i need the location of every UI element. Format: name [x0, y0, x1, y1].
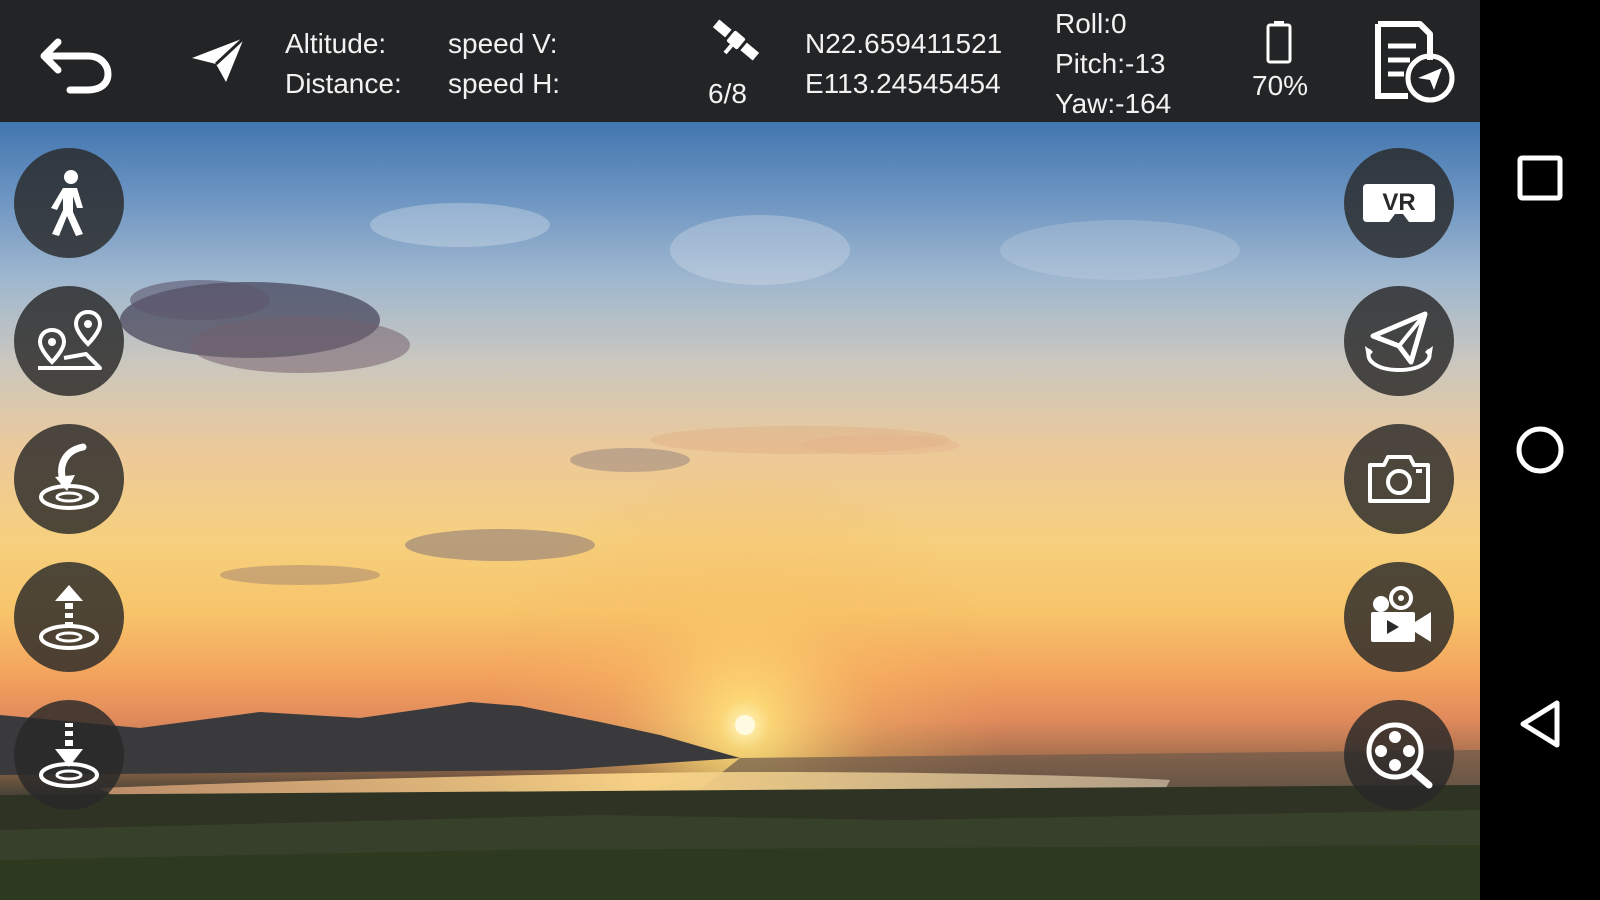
battery-icon: [1266, 21, 1292, 64]
battery-level: 70%: [1252, 70, 1309, 101]
media-gallery-button[interactable]: [1344, 700, 1454, 810]
walking-person-icon: [51, 170, 83, 236]
take-photo-button[interactable]: [1344, 424, 1454, 534]
follow-me-button[interactable]: [14, 148, 124, 258]
back-button[interactable]: [30, 22, 120, 102]
yaw-value: Yaw:-164: [1055, 88, 1172, 119]
record-video-button[interactable]: [1344, 562, 1454, 672]
altitude-label: Altitude:: [285, 28, 387, 59]
distance-label: Distance:: [285, 68, 402, 99]
waypoint-route-button[interactable]: [14, 286, 124, 396]
longitude-value: E113.24545454: [805, 68, 1001, 99]
paper-plane-icon: [192, 36, 246, 82]
landing-icon: [39, 723, 99, 788]
system-navigation-bar: [1480, 0, 1600, 900]
home-button[interactable]: [1500, 410, 1580, 490]
speed-h-label: speed H:: [448, 68, 561, 99]
satellite-icon: [712, 19, 760, 61]
flight-log-icon: [1375, 21, 1455, 103]
vr-label: VR: [1382, 189, 1415, 216]
flight-log-button[interactable]: [1368, 16, 1458, 106]
orbit-flight-button[interactable]: [1344, 286, 1454, 396]
video-camera-icon: [1371, 586, 1431, 642]
vr-goggles-icon: VR: [1363, 184, 1435, 222]
latitude-value: N22.659411521: [805, 28, 1003, 59]
one-key-landing-button[interactable]: [14, 700, 124, 810]
takeoff-icon: [39, 585, 99, 650]
back-arrow-icon: [40, 38, 112, 94]
pitch-value: Pitch:-13: [1055, 48, 1166, 79]
camera-feed: [0, 0, 1480, 900]
telemetry-bar: Altitude: Distance: speed V: speed H: 6/…: [0, 0, 1480, 122]
one-key-return-button[interactable]: [14, 424, 124, 534]
one-key-takeoff-button[interactable]: [14, 562, 124, 672]
recents-button[interactable]: [1500, 138, 1580, 218]
vr-mode-button[interactable]: VR: [1344, 148, 1454, 258]
map-pin-route-icon: [37, 309, 103, 370]
camera-icon: [1368, 455, 1430, 503]
square-icon: [1517, 155, 1563, 201]
roll-value: Roll:0: [1055, 8, 1127, 39]
return-home-icon: [39, 443, 99, 510]
satellite-count: 6/8: [708, 78, 747, 109]
orbit-plane-icon: [1365, 311, 1433, 373]
circle-icon: [1516, 426, 1564, 474]
nav-back-button[interactable]: [1500, 684, 1580, 764]
film-reel-search-icon: [1366, 722, 1433, 789]
speed-v-label: speed V:: [448, 28, 558, 59]
triangle-back-icon: [1520, 700, 1560, 748]
